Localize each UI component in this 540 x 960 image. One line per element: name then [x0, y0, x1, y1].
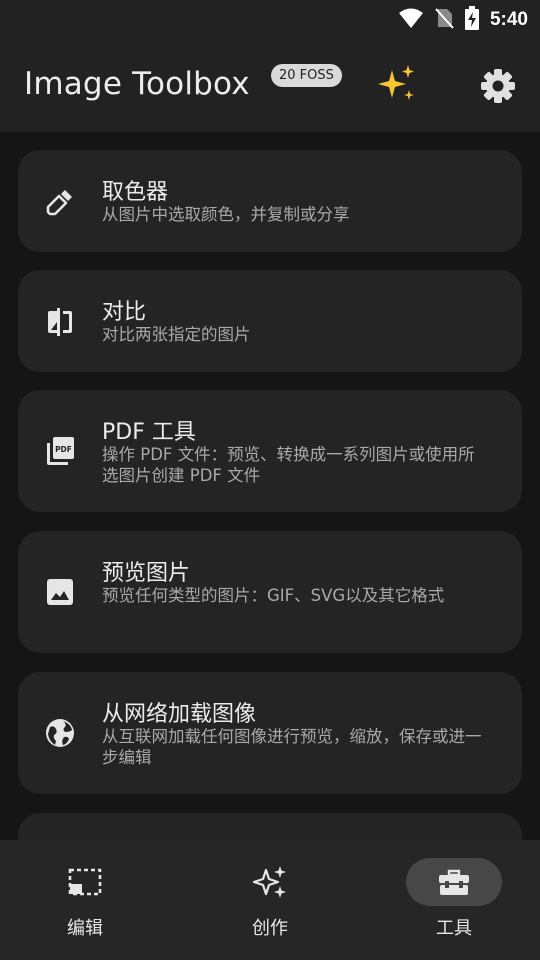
tool-card-color-picker[interactable]: 取色器 从图片中选取颜色，并复制或分享 — [18, 150, 522, 252]
nav-active-indicator — [406, 858, 502, 906]
tool-title: 取色器 — [102, 180, 169, 205]
settings-button[interactable] — [478, 66, 518, 106]
tool-card-image-preview[interactable]: 预览图片 预览任何类型的图片：GIF、SVG以及其它格式 — [18, 531, 522, 653]
eyedropper-icon — [44, 186, 76, 218]
status-time: 5:40 — [489, 9, 528, 30]
wifi-icon — [398, 7, 424, 33]
compare-icon — [44, 306, 76, 338]
tool-title: PDF 工具 — [102, 420, 196, 445]
version-badge: 20 FOSS — [271, 64, 342, 87]
svg-text:PDF: PDF — [55, 445, 72, 454]
nav-label: 创作 — [252, 918, 288, 939]
sparkles-button[interactable] — [374, 62, 418, 106]
tools-list[interactable]: 取色器 从图片中选取颜色，并复制或分享 对比 对比两张指定的图片 PDF PDF… — [0, 132, 540, 840]
tool-description: 对比两张指定的图片 — [102, 325, 251, 344]
nav-item-edit[interactable]: 编辑 — [20, 858, 150, 948]
tool-card-compare[interactable]: 对比 对比两张指定的图片 — [18, 270, 522, 372]
gear-icon — [481, 69, 515, 103]
top-app-bar: Image Toolbox 20 FOSS — [0, 36, 540, 132]
crop-frame-icon — [68, 868, 102, 896]
nav-label: 工具 — [436, 918, 472, 939]
nav-icon-container — [37, 858, 133, 906]
status-icons: 5:40 — [398, 6, 528, 34]
globe-icon — [44, 717, 76, 749]
tool-card-partial[interactable] — [18, 813, 522, 840]
nav-icon-container — [222, 858, 318, 906]
bottom-navigation: 编辑 创作 工具 — [0, 840, 540, 960]
nav-label: 编辑 — [67, 918, 103, 939]
no-sim-icon — [434, 7, 454, 33]
tool-card-pdf-tools[interactable]: PDF PDF 工具 操作 PDF 文件：预览、转换成一系列图片或使用所选图片创… — [18, 390, 522, 512]
sparkles-icon — [252, 866, 286, 898]
tool-title: 对比 — [102, 300, 147, 325]
app-title: Image Toolbox — [24, 66, 250, 102]
battery-charging-icon — [464, 6, 480, 34]
tool-title: 预览图片 — [102, 561, 191, 586]
toolbox-icon — [439, 869, 469, 895]
image-icon — [44, 576, 76, 608]
tool-description: 预览任何类型的图片：GIF、SVG以及其它格式 — [102, 586, 445, 605]
tool-description: 从图片中选取颜色，并复制或分享 — [102, 205, 350, 224]
tool-card-load-from-web[interactable]: 从网络加载图像 从互联网加载任何图像进行预览，缩放，保存或进一步编辑 — [18, 672, 522, 794]
tool-description: 从互联网加载任何图像进行预览，缩放，保存或进一步编辑 — [102, 727, 482, 767]
status-bar: 5:40 — [0, 0, 540, 36]
tool-title: 从网络加载图像 — [102, 702, 257, 727]
sparkles-icon — [378, 65, 414, 100]
nav-item-create[interactable]: 创作 — [205, 858, 335, 948]
tool-description: 操作 PDF 文件：预览、转换成一系列图片或使用所选图片创建 PDF 文件 — [102, 445, 475, 485]
nav-item-tools[interactable]: 工具 — [389, 858, 519, 948]
pdf-icon: PDF — [44, 435, 76, 467]
